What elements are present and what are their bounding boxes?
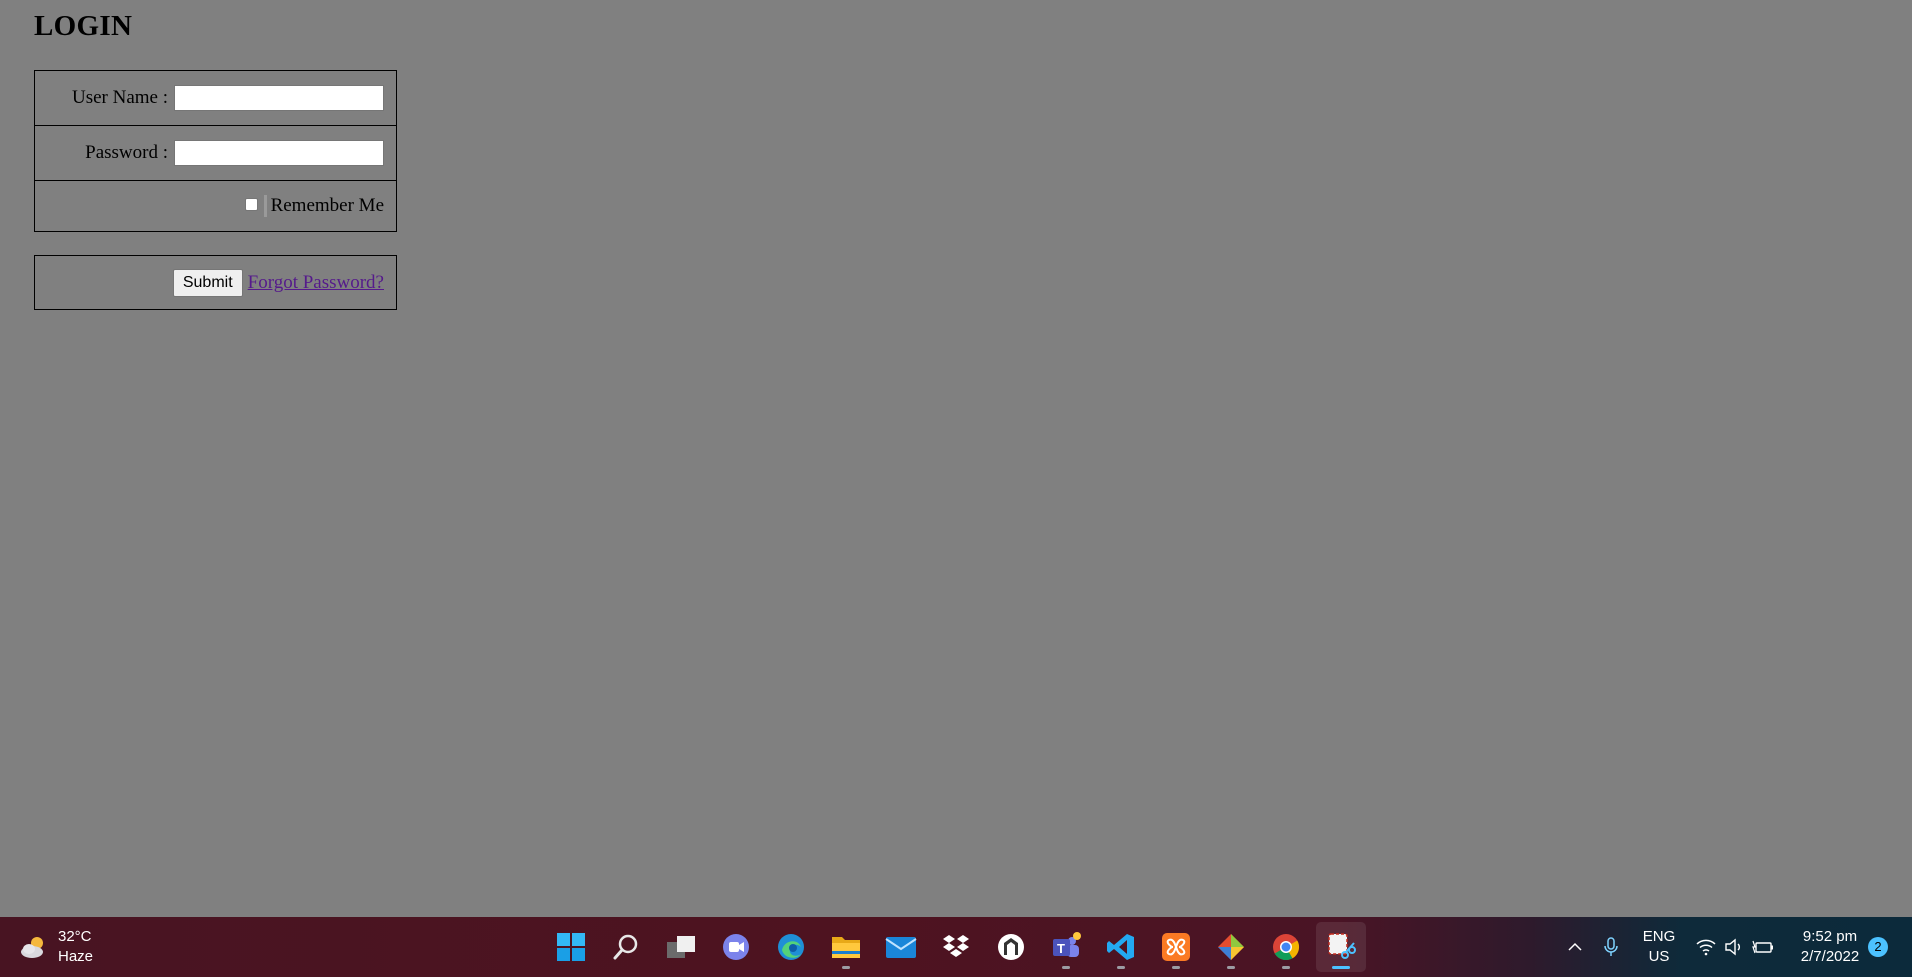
vscode-button[interactable]: [1096, 922, 1146, 972]
username-row: User Name :: [35, 71, 396, 125]
task-view-icon: [667, 936, 695, 958]
start-button[interactable]: [546, 922, 596, 972]
taskbar: 32°C Haze T ENG US 9:52 pm 2/7/2022 2: [0, 917, 1912, 977]
folder-icon: [832, 937, 860, 958]
remember-label: Remember Me: [270, 195, 384, 216]
divider: [263, 195, 267, 217]
git-button[interactable]: [1206, 922, 1256, 972]
running-indicator: [1062, 966, 1070, 969]
edge-icon: [778, 934, 804, 960]
task-view-button[interactable]: [656, 922, 706, 972]
page-title: LOGIN: [34, 10, 133, 42]
svg-text:T: T: [1057, 941, 1065, 956]
remember-row: Remember Me: [35, 180, 396, 231]
git-icon: [1218, 934, 1244, 960]
remember-checkbox[interactable]: [244, 197, 258, 211]
running-indicator: [1227, 966, 1235, 969]
clock[interactable]: 9:52 pm 2/7/2022: [1790, 927, 1870, 967]
snipping-tool-icon: [1328, 933, 1356, 959]
microphone-icon: [1604, 937, 1618, 956]
running-indicator: [1282, 966, 1290, 969]
teams-icon: T: [1053, 932, 1081, 957]
speaker-icon: [1725, 938, 1740, 956]
password-input[interactable]: [174, 140, 384, 166]
shield-app-icon: [998, 934, 1024, 960]
battery-button[interactable]: [1752, 917, 1774, 977]
wifi-icon: [1696, 939, 1716, 956]
password-label: Password :: [85, 142, 168, 163]
submit-button[interactable]: Submit: [172, 268, 243, 297]
shield-app-button[interactable]: [986, 922, 1036, 972]
login-form: User Name : Password : Remember Me: [34, 70, 397, 232]
running-indicator: [1332, 966, 1350, 969]
microphone-button[interactable]: [1603, 917, 1619, 977]
chevron-up-icon: [1568, 942, 1582, 951]
snipping-tool-button[interactable]: [1316, 922, 1366, 972]
language-code: ENG: [1642, 928, 1676, 945]
battery-charging-icon: [1752, 940, 1773, 954]
windows-start-icon: [557, 933, 585, 961]
dropbox-button[interactable]: [931, 922, 981, 972]
file-explorer-button[interactable]: [821, 922, 871, 972]
language-indicator[interactable]: ENG US: [1640, 927, 1678, 967]
username-label: User Name :: [71, 87, 168, 108]
running-indicator: [1117, 966, 1125, 969]
chrome-icon: [1273, 934, 1300, 961]
mail-button[interactable]: [876, 922, 926, 972]
username-input[interactable]: [174, 85, 384, 111]
chrome-button[interactable]: [1261, 922, 1311, 972]
running-indicator: [842, 966, 850, 969]
search-icon: [613, 934, 638, 960]
weather-widget[interactable]: 32°C Haze: [18, 927, 93, 967]
page: LOGIN User Name : Password : Remember Me…: [0, 0, 1912, 917]
taskbar-apps: T: [546, 922, 1371, 972]
xampp-button[interactable]: [1151, 922, 1201, 972]
notification-badge[interactable]: 2: [1868, 937, 1888, 957]
teams-chat-icon: [723, 934, 749, 960]
vscode-icon: [1107, 934, 1134, 960]
search-button[interactable]: [601, 922, 651, 972]
partly-cloudy-icon: [21, 937, 43, 958]
clock-date: 2/7/2022: [1800, 948, 1860, 965]
region-code: US: [1648, 948, 1670, 965]
clock-time: 9:52 pm: [1802, 928, 1858, 945]
mail-icon: [885, 937, 917, 958]
forgot-password-link[interactable]: Forgot Password?: [248, 272, 384, 294]
running-indicator: [1172, 966, 1180, 969]
show-hidden-icons-button[interactable]: [1566, 917, 1584, 977]
teams-button[interactable]: T: [1041, 922, 1091, 972]
chat-button[interactable]: [711, 922, 761, 972]
edge-button[interactable]: [766, 922, 816, 972]
submit-box: Submit Forgot Password?: [34, 255, 397, 310]
weather-condition: Haze: [58, 948, 94, 965]
dropbox-icon: [943, 935, 969, 957]
xampp-icon: [1162, 933, 1190, 961]
submit-row: Submit Forgot Password?: [35, 256, 396, 309]
volume-button[interactable]: [1724, 917, 1744, 977]
network-button[interactable]: [1696, 917, 1716, 977]
weather-temperature: 32°C: [58, 928, 92, 945]
password-row: Password :: [35, 125, 396, 180]
